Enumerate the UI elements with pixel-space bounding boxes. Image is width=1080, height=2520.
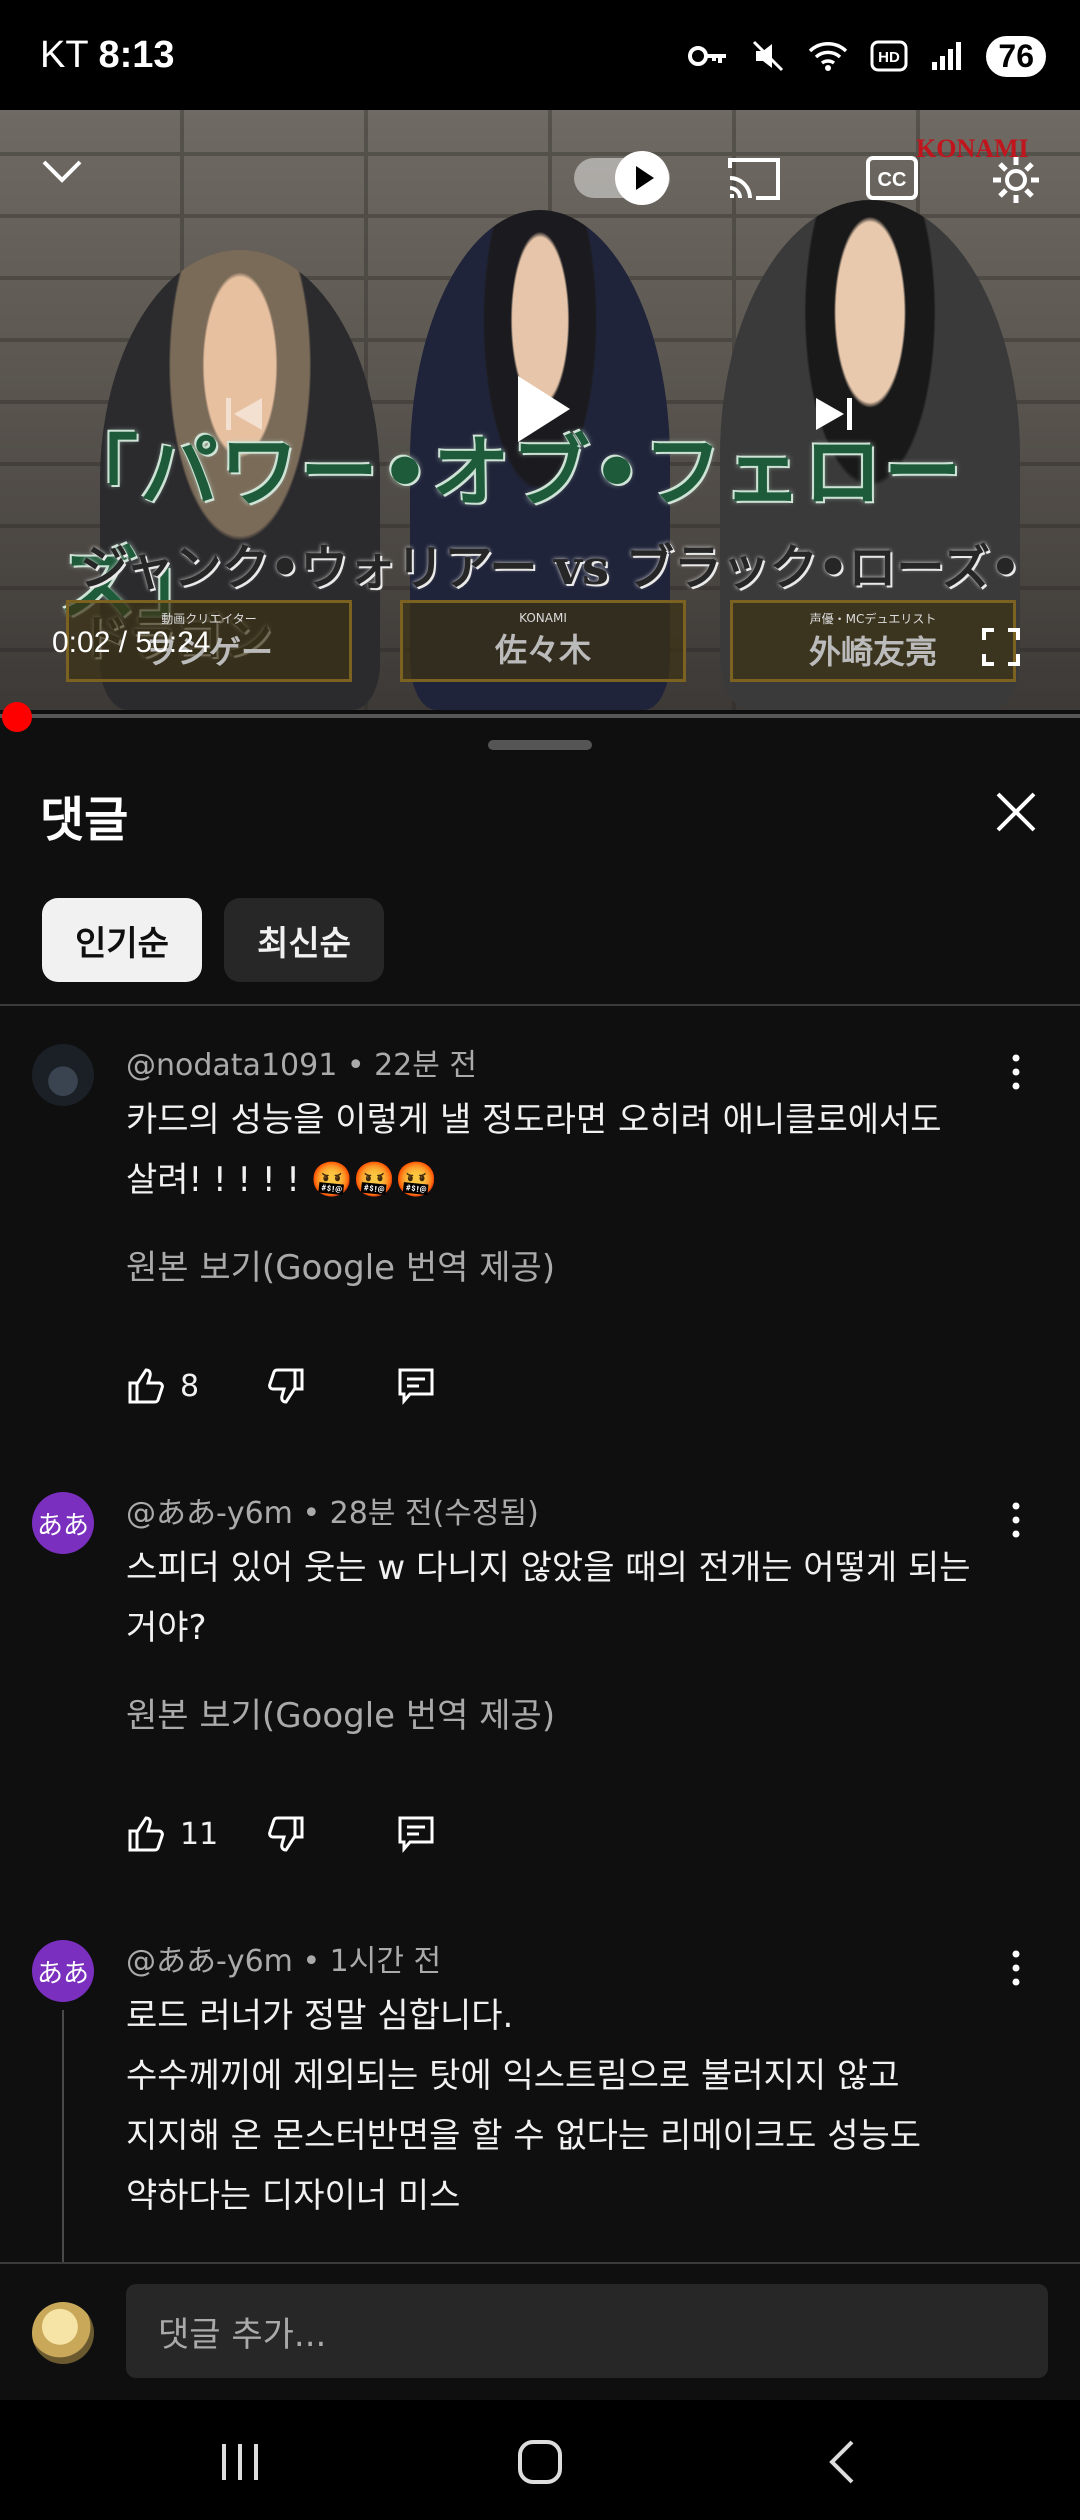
- previous-icon[interactable]: [222, 392, 266, 436]
- comment-1-avatar[interactable]: [32, 1044, 94, 1106]
- carrier-time: KT 8:13: [40, 34, 175, 77]
- back-icon[interactable]: [822, 2438, 862, 2486]
- add-comment-input[interactable]: 댓글 추가...: [126, 2284, 1048, 2378]
- nameplate-2: KONAMI 佐々木: [400, 600, 686, 682]
- comment-1-more-icon[interactable]: [996, 1052, 1036, 1092]
- nameplate-3: 声優・MCデュエリスト 外崎友亮: [730, 600, 1016, 682]
- comment-1-translate-link[interactable]: 원본 보기(Google 번역 제공): [126, 1240, 555, 1289]
- comment-2-avatar[interactable]: ああ: [32, 1492, 94, 1554]
- status-bar: KT 8:13 HD 76: [0, 0, 1080, 110]
- signal-icon: [932, 42, 962, 70]
- home-icon[interactable]: [516, 2438, 564, 2486]
- svg-text:CC: CC: [878, 169, 907, 191]
- system-nav-bar: [0, 2400, 1080, 2520]
- mute-icon: [753, 40, 784, 72]
- nameplate-2-name: 佐々木: [494, 631, 591, 669]
- nameplate-3-name: 外崎友亮: [808, 632, 937, 671]
- clock: 8:13: [98, 34, 175, 76]
- comment-3-more-icon[interactable]: [996, 1948, 1036, 1988]
- add-comment-divider: [0, 2262, 1080, 2264]
- comment-2: ああ @ああ-y6m • 28분 전(수정됨) 스피더 있어 웃는 w 다니지 …: [0, 1488, 1080, 1888]
- comment-3-meta: @ああ-y6m • 1시간 전: [126, 1936, 441, 1980]
- comment-3-author[interactable]: @ああ-y6m: [126, 1944, 293, 1979]
- progress-track[interactable]: [0, 714, 1080, 718]
- comment-1-line-2: 살려! ! ! ! ! 🤬🤬🤬: [126, 1160, 438, 1200]
- comment-2-line-2: 거야?: [126, 1608, 207, 1648]
- dislike-icon[interactable]: [266, 1366, 306, 1406]
- comment-3-line-2: 수수께끼에 제외되는 탓에 익스트림으로 불러지지 않고: [126, 2056, 900, 2096]
- svg-text:HD: HD: [879, 49, 901, 66]
- comment-2-more-icon[interactable]: [996, 1500, 1036, 1540]
- collapse-chevron-icon[interactable]: [40, 156, 84, 186]
- comment-1: @nodata1091 • 22분 전 카드의 성능을 이렇게 낼 정도라면 오…: [0, 1040, 1080, 1440]
- nameplate-1-role: 動画クリエイター: [161, 611, 257, 626]
- status-icons: HD 76: [688, 32, 1046, 80]
- comment-2-body: 스피더 있어 웃는 w 다니지 않았을 때의 전개는 어떻게 되는 거야?: [126, 1538, 1006, 1658]
- sort-chip-newest[interactable]: 최신순: [224, 898, 384, 982]
- comment-1-like-count: 8: [180, 1368, 200, 1404]
- nameplate-2-role: KONAMI: [519, 611, 567, 625]
- carrier-label: KT: [40, 34, 88, 76]
- comment-1-author[interactable]: @nodata1091: [126, 1048, 337, 1083]
- like-icon[interactable]: [126, 1814, 166, 1854]
- comment-2-meta: @ああ-y6m • 28분 전(수정됨): [126, 1488, 539, 1532]
- my-avatar[interactable]: [32, 2302, 94, 2364]
- reply-icon[interactable]: [396, 1366, 436, 1406]
- play-icon[interactable]: [514, 372, 574, 446]
- drag-handle[interactable]: [488, 740, 592, 750]
- like-icon[interactable]: [126, 1366, 166, 1406]
- hd-icon: HD: [870, 40, 908, 72]
- thread-line: [62, 2010, 64, 2262]
- video-player[interactable]: KONAMI 「パワー•オブ•フェローズ」 ジャンク•ウォリアー vs ブラック…: [0, 110, 1080, 710]
- comment-1-time: • 22분 전: [346, 1048, 477, 1083]
- video-time: 0:02 / 50:24: [52, 626, 211, 659]
- comment-3-line-3: 지지해 온 몬스터반면을 할 수 없다는 리메이크도 성능도: [126, 2116, 922, 2156]
- comment-2-line-1: 스피더 있어 웃는 w 다니지 않았을 때의 전개는 어떻게 되는: [126, 1548, 971, 1588]
- comment-1-body: 카드의 성능을 이렇게 낼 정도라면 오히려 애니클로에서도 살려! ! ! !…: [126, 1090, 1006, 1210]
- comment-2-actions: 11: [126, 1814, 436, 1854]
- comment-1-line-1: 카드의 성능을 이렇게 낼 정도라면 오히려 애니클로에서도: [126, 1100, 942, 1140]
- settings-gear-icon[interactable]: [990, 154, 1042, 206]
- comment-1-actions: 8: [126, 1366, 436, 1406]
- recent-apps-icon[interactable]: [216, 2440, 264, 2484]
- cast-icon[interactable]: [726, 156, 782, 202]
- fullscreen-icon[interactable]: [982, 628, 1020, 666]
- comment-2-translate-link[interactable]: 원본 보기(Google 번역 제공): [126, 1688, 555, 1737]
- sort-chip-popular[interactable]: 인기순: [42, 898, 202, 982]
- comment-3-body: 로드 러너가 정말 심합니다. 수수께끼에 제외되는 탓에 익스트림으로 불러지…: [126, 1986, 1006, 2226]
- divider: [0, 1004, 1080, 1006]
- progress-scrubber[interactable]: [2, 702, 32, 732]
- comment-1-meta: @nodata1091 • 22분 전: [126, 1040, 477, 1084]
- comment-3-time: • 1시간 전: [302, 1944, 442, 1979]
- comment-3: ああ @ああ-y6m • 1시간 전 로드 러너가 정말 심합니다. 수수께끼에…: [0, 1936, 1080, 2262]
- wifi-icon: [809, 42, 848, 71]
- comment-2-author[interactable]: @ああ-y6m: [126, 1496, 293, 1531]
- comment-2-like-count: 11: [180, 1816, 219, 1852]
- close-icon[interactable]: [990, 786, 1042, 838]
- autoplay-play-icon: [615, 151, 669, 205]
- reply-icon[interactable]: [396, 1814, 436, 1854]
- panel-title: 댓글: [40, 792, 129, 848]
- comment-3-avatar[interactable]: ああ: [32, 1940, 94, 2002]
- autoplay-toggle[interactable]: [574, 151, 670, 205]
- captions-icon[interactable]: CC: [866, 156, 918, 200]
- nameplate-3-role: 声優・MCデュエリスト: [809, 611, 937, 626]
- battery-indicator: 76: [986, 35, 1046, 77]
- comment-2-time: • 28분 전(수정됨): [302, 1496, 539, 1531]
- next-icon[interactable]: [812, 392, 856, 436]
- comment-3-line-4: 약하다는 디자이너 미스: [126, 2176, 461, 2216]
- comment-3-line-1: 로드 러너가 정말 심합니다.: [126, 1996, 514, 2036]
- vpn-key-icon: [688, 46, 727, 66]
- dislike-icon[interactable]: [266, 1814, 306, 1854]
